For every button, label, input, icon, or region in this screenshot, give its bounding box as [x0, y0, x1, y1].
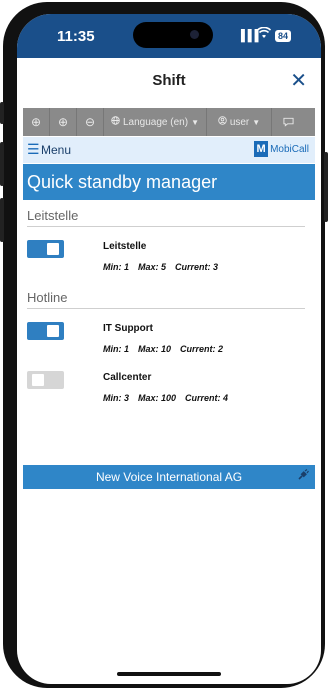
language-label: Language (en) [123, 116, 189, 128]
toggle-knob [47, 325, 59, 337]
stat-max: Max: 5 [138, 262, 167, 272]
power-button [324, 152, 328, 222]
logo-name: MobiCall [270, 143, 309, 155]
stat-min: Min: 1 [103, 344, 129, 354]
standby-toggle-it-support[interactable] [27, 322, 64, 340]
user-label: user [229, 116, 250, 128]
globe-icon [111, 116, 120, 128]
zoom-in-plus-icon[interactable]: ⊕ [50, 108, 77, 136]
page-banner: Quick standby manager [23, 164, 315, 200]
language-dropdown[interactable]: Language (en) ▼ [104, 108, 207, 136]
phone-frame: 11:35 ▐▐▐ 84 Shift ✕ ⊕ ⊕ ⊖ Language (en) [0, 2, 328, 688]
signal-icon: ▐▐▐ [237, 30, 258, 42]
sheet-title: Shift [152, 72, 186, 89]
logo-mark: M [254, 141, 269, 157]
content-area: Leitstelle Leitstelle Min: 1 Max: 5 Curren… [23, 200, 315, 465]
mobicall-logo: M MobiCall [254, 141, 309, 157]
stat-min: Min: 3 [103, 393, 129, 403]
chevron-down-icon: ▼ [252, 117, 261, 127]
close-icon[interactable]: ✕ [290, 68, 307, 93]
status-time: 11:35 [57, 28, 95, 45]
camera-icon [190, 30, 199, 39]
volume-down-button [0, 198, 4, 242]
standby-toggle-callcenter[interactable] [27, 371, 64, 389]
toggle-knob [47, 243, 59, 255]
menu-bar: ☰ Menu M MobiCall [23, 137, 315, 163]
sheet-header: Shift ✕ [17, 58, 321, 106]
screen: 11:35 ▐▐▐ 84 Shift ✕ ⊕ ⊕ ⊖ Language (en) [17, 14, 321, 684]
entry-name-leitstelle: Leitstelle [103, 241, 147, 252]
section-divider [27, 308, 305, 309]
footer-bar: New Voice International AG [23, 465, 315, 489]
entry-stats-it-support: Min: 1 Max: 10 Current: 2 [103, 344, 232, 354]
user-dropdown[interactable]: user ▼ [207, 108, 272, 136]
chevron-down-icon: ▼ [191, 117, 199, 127]
stat-current: Current: 4 [185, 393, 229, 403]
stat-current: Current: 2 [180, 344, 224, 354]
standby-toggle-leitstelle[interactable] [27, 240, 64, 258]
plug-icon [297, 469, 309, 484]
stat-min: Min: 1 [103, 262, 129, 272]
dynamic-island [133, 22, 213, 48]
stat-current: Current: 3 [175, 262, 219, 272]
section-divider [27, 226, 305, 227]
entry-name-callcenter: Callcenter [103, 372, 152, 383]
battery-icon: 84 [275, 30, 292, 42]
zoom-out-icon[interactable]: ⊖ [77, 108, 104, 136]
volume-up-button [0, 142, 4, 186]
chat-icon[interactable] [272, 108, 304, 136]
entry-name-it-support: IT Support [103, 323, 153, 334]
user-icon [218, 116, 227, 128]
home-indicator[interactable] [117, 672, 221, 676]
page-title: Quick standby manager [27, 172, 218, 192]
stat-max: Max: 10 [138, 344, 172, 354]
toggle-knob [32, 374, 44, 386]
company-name: New Voice International AG [95, 470, 243, 484]
menu-label[interactable]: Menu [41, 143, 71, 157]
entry-stats-leitstelle: Min: 1 Max: 5 Current: 3 [103, 262, 227, 272]
zoom-in-icon[interactable]: ⊕ [23, 108, 50, 136]
section-title-hotline: Hotline [27, 290, 68, 305]
hamburger-menu-icon[interactable]: ☰ [27, 141, 40, 158]
mute-switch [0, 102, 4, 124]
stat-max: Max: 100 [138, 393, 177, 403]
section-title-leitstelle: Leitstelle [27, 208, 79, 223]
status-bar: 11:35 ▐▐▐ 84 [17, 14, 321, 58]
entry-stats-callcenter: Min: 3 Max: 100 Current: 4 [103, 393, 237, 403]
toolbar: ⊕ ⊕ ⊖ Language (en) ▼ user ▼ [23, 108, 315, 136]
wifi-icon [256, 26, 272, 42]
